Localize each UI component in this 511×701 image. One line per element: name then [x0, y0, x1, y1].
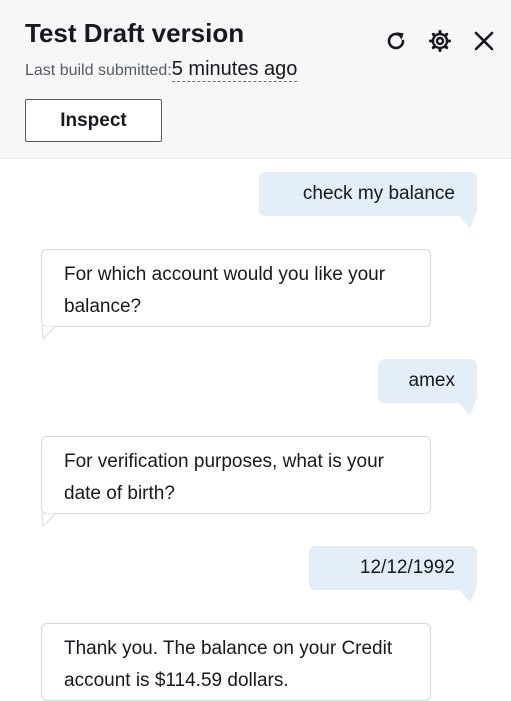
inspect-button[interactable]: Inspect — [25, 99, 162, 142]
user-message: check my balance — [259, 172, 477, 216]
close-icon[interactable] — [469, 26, 499, 56]
refresh-icon[interactable] — [381, 26, 411, 56]
user-bubble-tail — [458, 215, 476, 228]
bot-message: For which account would you like your ba… — [41, 249, 431, 327]
user-message: amex — [378, 359, 477, 403]
bot-message: Thank you. The balance on your Credit ac… — [41, 623, 431, 701]
user-bubble-tail — [458, 402, 476, 415]
bot-bubble-tail — [41, 326, 57, 340]
user-bubble-tail — [458, 589, 476, 602]
panel-header: Test Draft version Last build submitted:… — [0, 0, 511, 159]
panel-title: Test Draft version — [25, 18, 245, 48]
settings-icon[interactable] — [425, 26, 455, 56]
header-actions — [381, 26, 499, 56]
bot-bubble-tail — [41, 513, 57, 527]
user-message: 12/12/1992 — [309, 546, 477, 590]
bot-message: For verification purposes, what is your … — [41, 436, 431, 514]
build-label: Last build submitted: — [25, 62, 172, 79]
test-chat-panel: Test Draft version Last build submitted:… — [0, 0, 511, 701]
build-status: Last build submitted:5 minutes ago — [25, 58, 298, 82]
build-time[interactable]: 5 minutes ago — [171, 58, 298, 82]
